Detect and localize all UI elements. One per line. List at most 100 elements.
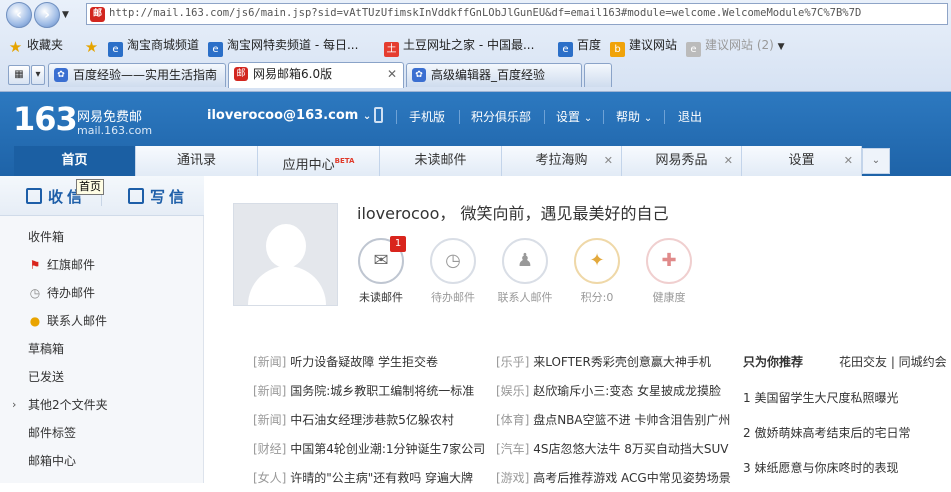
news-item[interactable]: [娱乐] 赵欣瑜斥小三:变态 女星披成龙摸脸	[496, 377, 721, 405]
divider	[396, 110, 397, 124]
ie-icon: e	[108, 42, 123, 57]
folder-contacts[interactable]: ● 联系人邮件	[0, 307, 204, 335]
settings-menu[interactable]: 设置 ⌄	[556, 108, 592, 125]
ie-icon: e	[686, 42, 701, 57]
close-icon[interactable]: ✕	[604, 146, 613, 176]
welcome-panel: iloverocoo， 微笑向前，遇见最美好的自己 ✉ 1 未读邮件 ◷ 待办邮件…	[205, 176, 951, 485]
news-item[interactable]: [体育] 盘点NBA空篮不进 卡帅含泪告别广州	[496, 406, 730, 434]
red-flag-icon: ⚑	[29, 258, 41, 272]
download-icon	[26, 188, 42, 204]
folder-sent[interactable]: 已发送	[0, 363, 204, 391]
chevron-down-icon: ⌄	[583, 113, 593, 124]
logo-number[interactable]: 163	[13, 100, 78, 138]
folder-todo[interactable]: ◷ 待办邮件	[0, 279, 204, 307]
tab-app-center[interactable]: 应用中心BETA	[258, 146, 380, 176]
recommend-item[interactable]: 3 妹纸愿意与你床咚时的表现	[743, 454, 898, 482]
new-tab-button[interactable]	[584, 63, 612, 87]
browser-chrome: ‹ › ▼ 邮 http://mail.163.com/js6/main.jsp…	[0, 0, 951, 92]
news-item[interactable]: [汽车] 4S店忽悠大法牛 8万买自动挡大SUV	[496, 435, 729, 463]
points-club-link[interactable]: 积分俱乐部	[471, 108, 531, 125]
recommend-item[interactable]: 2 傲娇萌妹高考结束后的宅日常	[743, 419, 910, 447]
account-email[interactable]: iloverocoo@163.com ⌄	[207, 108, 371, 123]
address-bar[interactable]: 邮 http://mail.163.com/js6/main.jsp?sid=v…	[86, 3, 948, 25]
favorites-bar: ★ 收藏夹 ★ e 淘宝商城频道 e 淘宝网特卖频道 - 每日... 土土豆网址之家 …	[0, 32, 951, 58]
browser-tab-active[interactable]: 邮 网易邮箱6.0版 ✕	[228, 62, 404, 88]
mobile-link[interactable]: 手机版	[409, 108, 445, 125]
phone-icon[interactable]	[374, 107, 383, 123]
baidu-paw-icon: ✿	[54, 68, 68, 82]
news-row: [新闻] 听力设备疑故障 学生拒交卷 [乐乎] 来LOFTER秀彩壳创意赢大神手…	[253, 348, 743, 376]
close-icon[interactable]: ✕	[387, 63, 397, 85]
bookmark-item[interactable]: e 淘宝网特卖频道 - 每日...	[208, 36, 358, 57]
close-icon[interactable]: ✕	[844, 146, 853, 176]
contact-star-icon: ♟	[502, 238, 548, 284]
chevron-down-icon[interactable]: ⌄	[862, 148, 890, 174]
folder-inbox[interactable]: 收件箱	[0, 223, 204, 251]
sidebar: 收信 写信 首页 收件箱 ⚑ 红旗邮件 ◷ 待办邮件 ● 联系人邮件 草稿箱 已发送 …	[0, 176, 204, 483]
star-add-icon: ★	[84, 38, 99, 56]
help-menu[interactable]: 帮助 ⌄	[616, 108, 652, 125]
bookmark-item[interactable]: e 淘宝商城频道	[108, 36, 199, 57]
news-item[interactable]: [女人] 许晴的"公主病"还有救吗 穿遍大牌	[253, 464, 473, 492]
folder-tags[interactable]: 邮件标签	[0, 419, 204, 447]
tab-unread[interactable]: 未读邮件	[380, 146, 502, 176]
quick-health[interactable]: ✚ 健康度	[630, 238, 708, 305]
browser-tab[interactable]: ✿ 高级编辑器_百度经验	[406, 63, 582, 87]
folder-flagged[interactable]: ⚑ 红旗邮件	[0, 251, 204, 279]
logout-link[interactable]: 退出	[678, 108, 702, 125]
news-item[interactable]: [游戏] 高考后推荐游戏 ACG中常见姿势场景	[496, 464, 731, 492]
close-icon[interactable]: ✕	[724, 146, 733, 176]
quick-unread[interactable]: ✉ 1 未读邮件	[342, 236, 420, 305]
recommend-title: 只为你推荐	[743, 355, 804, 369]
tab-kaola[interactable]: 考拉海购 ✕	[502, 146, 622, 176]
recommend-tags[interactable]: 花田交友 | 同城约会	[839, 348, 947, 376]
tab-contacts[interactable]: 通讯录	[136, 146, 258, 176]
tab-home[interactable]: 首页	[14, 146, 136, 176]
folder-center[interactable]: 邮箱中心	[0, 447, 204, 475]
address-url[interactable]: http://mail.163.com/js6/main.jsp?sid=vAt…	[109, 7, 861, 19]
contact-icon: ●	[29, 314, 41, 328]
history-dropdown-icon[interactable]: ▼	[62, 10, 69, 20]
add-favorite-icon[interactable]: ★	[84, 36, 103, 56]
news-row: [新闻] 国务院:城乡教职工编制将统一标准 [娱乐] 赵欣瑜斥小三:变态 女星披…	[253, 377, 743, 405]
news-row: [女人] 许晴的"公主病"还有救吗 穿遍大牌 [游戏] 高考后推荐游戏 ACG中…	[253, 464, 743, 492]
avatar[interactable]	[233, 203, 338, 306]
news-item[interactable]: [乐乎] 来LOFTER秀彩壳创意赢大神手机	[496, 348, 711, 376]
bing-icon: b	[610, 42, 625, 57]
favorites-button[interactable]: ★ 收藏夹	[8, 36, 63, 56]
greeting: iloverocoo， 微笑向前，遇见最美好的自己	[357, 204, 669, 223]
clock-icon: ◷	[430, 238, 476, 284]
recommend-item[interactable]: 1 美国留学生大尺度私照曝光	[743, 384, 898, 412]
folder-drafts[interactable]: 草稿箱	[0, 335, 204, 363]
news-item[interactable]: [新闻] 中石油女经理涉巷款5亿躲农村	[253, 406, 454, 434]
bookmark-item[interactable]: b 建议网站	[610, 36, 677, 57]
quick-contacts[interactable]: ♟ 联系人邮件	[486, 238, 564, 305]
tudou-icon: 土	[384, 42, 399, 57]
news-item[interactable]: [新闻] 国务院:城乡教职工编制将统一标准	[253, 377, 474, 405]
tab-xiupin[interactable]: 网易秀品 ✕	[622, 146, 742, 176]
pen-icon	[128, 188, 144, 204]
news-item[interactable]: [新闻] 听力设备疑故障 学生拒交卷	[253, 348, 438, 376]
bookmark-item[interactable]: e 建议网站 (2) ▼	[686, 36, 785, 57]
forward-icon[interactable]: ›	[34, 2, 60, 28]
write-button[interactable]: 写信	[128, 186, 188, 207]
quick-todo[interactable]: ◷ 待办邮件	[414, 238, 492, 305]
star-icon: ★	[8, 38, 23, 56]
mail-icon: ✉ 1	[358, 236, 406, 284]
clock-icon: ◷	[29, 286, 41, 300]
tab-settings[interactable]: 设置 ✕	[742, 146, 862, 176]
baidu-paw-icon: ✿	[412, 68, 426, 82]
ie-icon: e	[208, 42, 223, 57]
tab-list-icon[interactable]: ▾	[31, 65, 45, 85]
bookmark-item[interactable]: 土土豆网址之家 - 中国最...	[384, 36, 534, 57]
logo-domain: mail.163.com	[77, 124, 153, 137]
bookmark-item[interactable]: e 百度	[558, 36, 601, 57]
folder-other[interactable]: › 其他2个文件夹	[0, 391, 204, 419]
logo-title: 网易免费邮	[77, 110, 143, 125]
quick-points[interactable]: ✦ 积分:0	[558, 238, 636, 305]
chevron-right-icon[interactable]: ›	[12, 391, 16, 419]
quick-tabs-icon[interactable]: ▦	[8, 65, 30, 85]
browser-tab[interactable]: ✿ 百度经验——实用生活指南	[48, 63, 226, 87]
back-icon[interactable]: ‹	[6, 2, 32, 28]
news-item[interactable]: [财经] 中国第4轮创业潮:1分钟诞生7家公司	[253, 435, 485, 463]
